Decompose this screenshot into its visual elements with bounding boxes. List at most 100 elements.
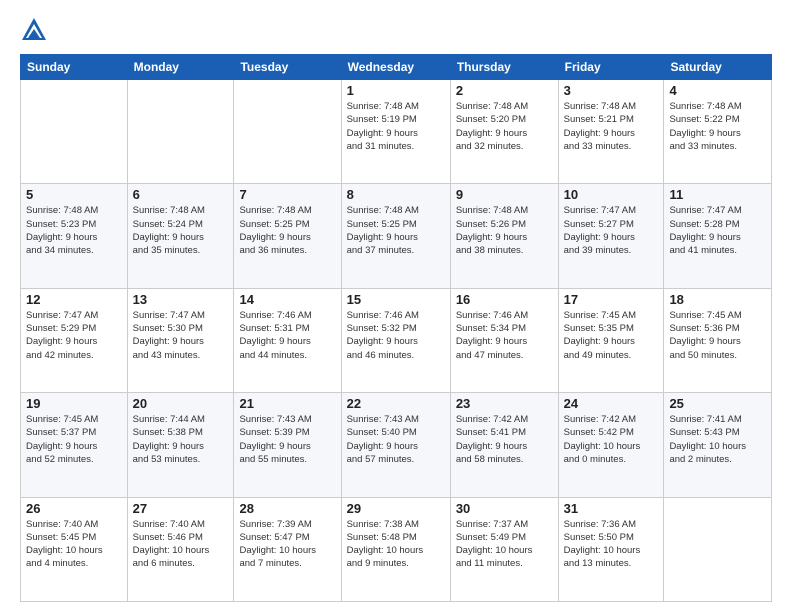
day-info: Sunrise: 7:48 AM Sunset: 5:25 PM Dayligh…	[239, 204, 335, 257]
day-info: Sunrise: 7:38 AM Sunset: 5:48 PM Dayligh…	[347, 518, 445, 571]
day-number: 16	[456, 292, 553, 307]
calendar-cell: 4 Sunrise: 7:48 AM Sunset: 5:22 PM Daylig…	[664, 80, 772, 184]
calendar-week-4: 19Sunrise: 7:45 AM Sunset: 5:37 PM Dayli…	[21, 393, 772, 497]
calendar-week-5: 26 Sunrise: 7:40 AM Sunset: 5:45 PM Dayli…	[21, 497, 772, 601]
day-number: 26	[26, 501, 122, 516]
day-info: Sunrise: 7:48 AM Sunset: 5:26 PM Dayligh…	[456, 204, 553, 257]
day-number: 28	[239, 501, 335, 516]
weekday-header-thursday: Thursday	[450, 55, 558, 80]
day-info: Sunrise: 7:48 AM Sunset: 5:21 PM Dayligh…	[564, 100, 659, 153]
day-number: 17	[564, 292, 659, 307]
calendar-cell	[127, 80, 234, 184]
calendar-cell: 13 Sunrise: 7:47 AM Sunset: 5:30 PM Dayli…	[127, 288, 234, 392]
calendar-cell: 3 Sunrise: 7:48 AM Sunset: 5:21 PM Daylig…	[558, 80, 664, 184]
day-info: Sunrise: 7:45 AM Sunset: 5:36 PM Dayligh…	[669, 309, 766, 362]
day-number: 1	[347, 83, 445, 98]
calendar-cell: 18 Sunrise: 7:45 AM Sunset: 5:36 PM Dayli…	[664, 288, 772, 392]
day-number: 24	[564, 396, 659, 411]
calendar-cell	[21, 80, 128, 184]
day-info: Sunrise: 7:44 AM Sunset: 5:38 PM Dayligh…	[133, 413, 229, 466]
day-info: Sunrise: 7:36 AM Sunset: 5:50 PM Dayligh…	[564, 518, 659, 571]
calendar-cell: 1 Sunrise: 7:48 AM Sunset: 5:19 PM Daylig…	[341, 80, 450, 184]
calendar-cell	[234, 80, 341, 184]
calendar-cell: 26 Sunrise: 7:40 AM Sunset: 5:45 PM Dayli…	[21, 497, 128, 601]
calendar-cell: 31Sunrise: 7:36 AM Sunset: 5:50 PM Dayli…	[558, 497, 664, 601]
logo	[20, 16, 52, 44]
day-number: 15	[347, 292, 445, 307]
day-number: 23	[456, 396, 553, 411]
calendar-cell: 29 Sunrise: 7:38 AM Sunset: 5:48 PM Dayli…	[341, 497, 450, 601]
day-number: 13	[133, 292, 229, 307]
day-number: 18	[669, 292, 766, 307]
day-number: 12	[26, 292, 122, 307]
day-info: Sunrise: 7:48 AM Sunset: 5:25 PM Dayligh…	[347, 204, 445, 257]
calendar-cell: 12 Sunrise: 7:47 AM Sunset: 5:29 PM Dayli…	[21, 288, 128, 392]
calendar-cell: 19Sunrise: 7:45 AM Sunset: 5:37 PM Dayli…	[21, 393, 128, 497]
day-number: 4	[669, 83, 766, 98]
day-info: Sunrise: 7:40 AM Sunset: 5:45 PM Dayligh…	[26, 518, 122, 571]
calendar-cell: 24 Sunrise: 7:42 AM Sunset: 5:42 PM Dayli…	[558, 393, 664, 497]
day-info: Sunrise: 7:37 AM Sunset: 5:49 PM Dayligh…	[456, 518, 553, 571]
calendar-cell: 9Sunrise: 7:48 AM Sunset: 5:26 PM Daylig…	[450, 184, 558, 288]
day-number: 5	[26, 187, 122, 202]
day-number: 29	[347, 501, 445, 516]
calendar-cell: 11Sunrise: 7:47 AM Sunset: 5:28 PM Dayli…	[664, 184, 772, 288]
calendar-cell: 10 Sunrise: 7:47 AM Sunset: 5:27 PM Dayli…	[558, 184, 664, 288]
calendar-cell: 6Sunrise: 7:48 AM Sunset: 5:24 PM Daylig…	[127, 184, 234, 288]
weekday-header-tuesday: Tuesday	[234, 55, 341, 80]
day-number: 27	[133, 501, 229, 516]
calendar-week-2: 5 Sunrise: 7:48 AM Sunset: 5:23 PM Daylig…	[21, 184, 772, 288]
day-number: 22	[347, 396, 445, 411]
day-info: Sunrise: 7:42 AM Sunset: 5:42 PM Dayligh…	[564, 413, 659, 466]
calendar-cell	[664, 497, 772, 601]
day-info: Sunrise: 7:47 AM Sunset: 5:27 PM Dayligh…	[564, 204, 659, 257]
calendar-body: 1 Sunrise: 7:48 AM Sunset: 5:19 PM Daylig…	[21, 80, 772, 602]
day-number: 10	[564, 187, 659, 202]
calendar-cell: 27 Sunrise: 7:40 AM Sunset: 5:46 PM Dayli…	[127, 497, 234, 601]
day-number: 14	[239, 292, 335, 307]
calendar-week-1: 1 Sunrise: 7:48 AM Sunset: 5:19 PM Daylig…	[21, 80, 772, 184]
header	[20, 16, 772, 44]
day-number: 3	[564, 83, 659, 98]
day-number: 2	[456, 83, 553, 98]
weekday-header-friday: Friday	[558, 55, 664, 80]
page: SundayMondayTuesdayWednesdayThursdayFrid…	[0, 0, 792, 612]
day-number: 8	[347, 187, 445, 202]
day-info: Sunrise: 7:48 AM Sunset: 5:20 PM Dayligh…	[456, 100, 553, 153]
calendar-cell: 14 Sunrise: 7:46 AM Sunset: 5:31 PM Dayli…	[234, 288, 341, 392]
weekday-header-wednesday: Wednesday	[341, 55, 450, 80]
calendar-cell: 15 Sunrise: 7:46 AM Sunset: 5:32 PM Dayli…	[341, 288, 450, 392]
day-number: 21	[239, 396, 335, 411]
day-number: 20	[133, 396, 229, 411]
day-info: Sunrise: 7:48 AM Sunset: 5:22 PM Dayligh…	[669, 100, 766, 153]
weekday-row: SundayMondayTuesdayWednesdayThursdayFrid…	[21, 55, 772, 80]
day-info: Sunrise: 7:48 AM Sunset: 5:19 PM Dayligh…	[347, 100, 445, 153]
day-info: Sunrise: 7:41 AM Sunset: 5:43 PM Dayligh…	[669, 413, 766, 466]
calendar-cell: 30Sunrise: 7:37 AM Sunset: 5:49 PM Dayli…	[450, 497, 558, 601]
calendar-cell: 2 Sunrise: 7:48 AM Sunset: 5:20 PM Daylig…	[450, 80, 558, 184]
calendar-cell: 25 Sunrise: 7:41 AM Sunset: 5:43 PM Dayli…	[664, 393, 772, 497]
day-info: Sunrise: 7:43 AM Sunset: 5:39 PM Dayligh…	[239, 413, 335, 466]
calendar-cell: 8 Sunrise: 7:48 AM Sunset: 5:25 PM Daylig…	[341, 184, 450, 288]
day-info: Sunrise: 7:46 AM Sunset: 5:31 PM Dayligh…	[239, 309, 335, 362]
day-number: 7	[239, 187, 335, 202]
logo-icon	[20, 16, 48, 44]
day-number: 25	[669, 396, 766, 411]
calendar-cell: 23Sunrise: 7:42 AM Sunset: 5:41 PM Dayli…	[450, 393, 558, 497]
calendar-cell: 28Sunrise: 7:39 AM Sunset: 5:47 PM Dayli…	[234, 497, 341, 601]
day-info: Sunrise: 7:47 AM Sunset: 5:29 PM Dayligh…	[26, 309, 122, 362]
calendar-cell: 20 Sunrise: 7:44 AM Sunset: 5:38 PM Dayli…	[127, 393, 234, 497]
calendar-cell: 5 Sunrise: 7:48 AM Sunset: 5:23 PM Daylig…	[21, 184, 128, 288]
day-number: 6	[133, 187, 229, 202]
day-info: Sunrise: 7:46 AM Sunset: 5:34 PM Dayligh…	[456, 309, 553, 362]
day-info: Sunrise: 7:43 AM Sunset: 5:40 PM Dayligh…	[347, 413, 445, 466]
day-info: Sunrise: 7:40 AM Sunset: 5:46 PM Dayligh…	[133, 518, 229, 571]
day-info: Sunrise: 7:46 AM Sunset: 5:32 PM Dayligh…	[347, 309, 445, 362]
day-info: Sunrise: 7:48 AM Sunset: 5:23 PM Dayligh…	[26, 204, 122, 257]
calendar-cell: 7 Sunrise: 7:48 AM Sunset: 5:25 PM Daylig…	[234, 184, 341, 288]
day-info: Sunrise: 7:47 AM Sunset: 5:30 PM Dayligh…	[133, 309, 229, 362]
day-info: Sunrise: 7:47 AM Sunset: 5:28 PM Dayligh…	[669, 204, 766, 257]
calendar-cell: 22 Sunrise: 7:43 AM Sunset: 5:40 PM Dayli…	[341, 393, 450, 497]
day-info: Sunrise: 7:45 AM Sunset: 5:37 PM Dayligh…	[26, 413, 122, 466]
calendar-week-3: 12 Sunrise: 7:47 AM Sunset: 5:29 PM Dayli…	[21, 288, 772, 392]
